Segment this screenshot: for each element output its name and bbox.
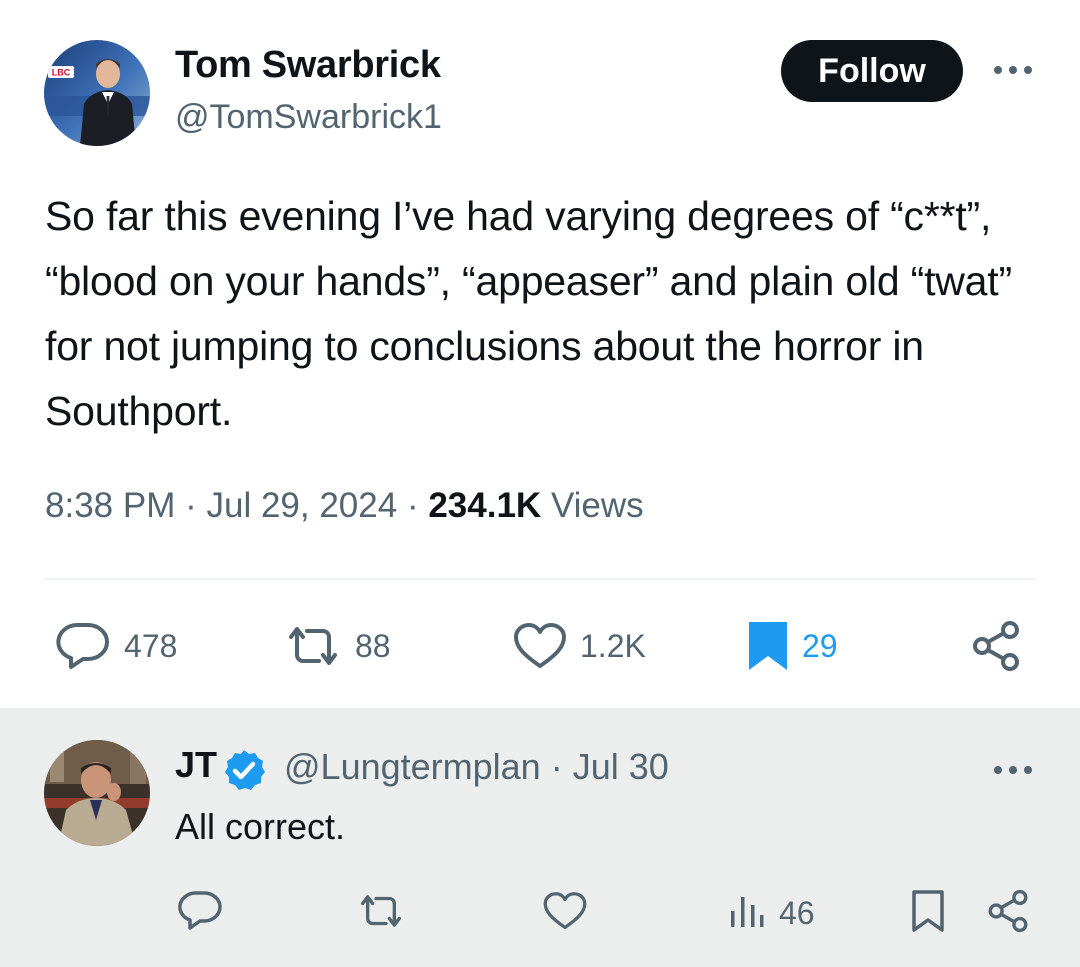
divider: [45, 578, 1036, 580]
bookmark-icon: [746, 619, 790, 673]
more-dots-icon[interactable]: [990, 758, 1036, 782]
repost-count: 88: [355, 627, 391, 664]
heart-icon: [542, 890, 588, 937]
meta-separator: ·: [185, 486, 197, 525]
heart-icon: [512, 621, 568, 671]
main-tweet: LBC Tom Swarbrick @TomSwarbrick1 Follow …: [0, 0, 1080, 708]
views-count: 234.1K: [428, 486, 542, 525]
like-count: 1.2K: [580, 627, 646, 664]
author-name[interactable]: Tom Swarbrick: [175, 44, 441, 87]
speech-bubble-icon: [177, 889, 223, 938]
meta-separator: ·: [550, 746, 563, 787]
tweet-date[interactable]: Jul 29, 2024: [206, 486, 397, 525]
bookmark-count: 29: [802, 627, 838, 664]
tweet-time[interactable]: 8:38 PM: [45, 486, 175, 525]
more-dots-icon[interactable]: [990, 58, 1036, 82]
reply-author-handle[interactable]: @Lungtermplan: [284, 746, 541, 787]
reply-text: All correct.: [175, 806, 346, 847]
views-label: Views: [550, 486, 644, 525]
like-button[interactable]: 1.2K: [512, 618, 646, 674]
bar-chart-icon: [727, 891, 767, 936]
reply-button[interactable]: 478: [56, 618, 177, 674]
meta-separator: ·: [406, 486, 419, 525]
reply-author-name[interactable]: JT: [175, 744, 217, 786]
share-icon: [986, 889, 1030, 938]
follow-button[interactable]: Follow: [781, 40, 963, 102]
reply-bookmark-button[interactable]: [910, 888, 946, 938]
repost-button[interactable]: 88: [283, 618, 391, 674]
repost-arrows-icon: [283, 623, 343, 669]
author-handle[interactable]: @TomSwarbrick1: [175, 98, 442, 137]
share-button[interactable]: [970, 618, 1022, 674]
reply-count: 478: [124, 627, 178, 664]
bookmark-icon: [910, 889, 946, 938]
tweet-meta: 8:38 PM · Jul 29, 2024 · 234.1K Views: [45, 486, 644, 526]
reply-views-count: 46: [779, 894, 815, 931]
reply-date[interactable]: Jul 30: [573, 746, 669, 787]
reply-reply-button[interactable]: [177, 888, 223, 938]
reply-repost-button[interactable]: [356, 888, 406, 938]
repost-arrows-icon: [356, 891, 406, 936]
lbc-logo: LBC: [52, 68, 71, 78]
reply-like-button[interactable]: [542, 888, 588, 938]
reply-share-button[interactable]: [986, 888, 1030, 938]
author-avatar[interactable]: LBC: [44, 40, 150, 146]
tweet-text: So far this evening I’ve had varying deg…: [45, 193, 1012, 434]
share-icon: [970, 620, 1022, 672]
reply-author-meta: @Lungtermplan · Jul 30: [284, 746, 669, 788]
reply-author-avatar[interactable]: [44, 740, 150, 846]
bookmark-button[interactable]: 29: [746, 618, 838, 674]
speech-bubble-icon: [56, 620, 112, 672]
reply-views-button[interactable]: 46: [727, 888, 815, 938]
verified-badge-icon: [222, 748, 266, 792]
